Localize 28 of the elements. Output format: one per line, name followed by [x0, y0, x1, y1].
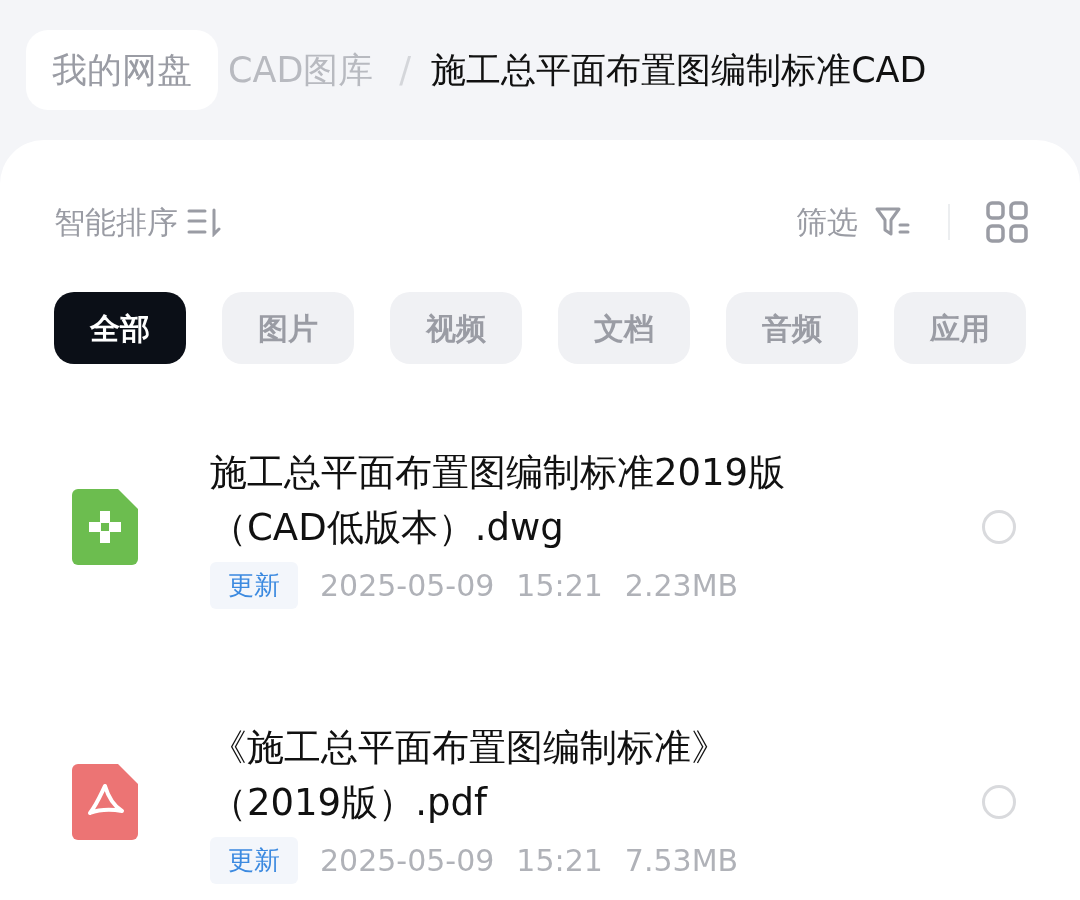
sort-icon[interactable] [186, 207, 222, 237]
file-date: 2025-05-09 [320, 841, 495, 880]
sort-label[interactable]: 智能排序 [54, 198, 178, 246]
update-tag: 更新 [210, 561, 298, 609]
select-radio[interactable] [982, 509, 1016, 544]
breadcrumb-home[interactable]: 我的网盘 [26, 29, 218, 111]
select-radio[interactable] [982, 784, 1016, 819]
breadcrumb-current: 施工总平面布置图编制标准CAD [431, 48, 927, 92]
file-size: 7.53MB [624, 841, 739, 880]
category-tab[interactable]: 应用 [894, 292, 1026, 364]
category-tab[interactable]: 视频 [390, 292, 522, 364]
category-tab[interactable]: 音频 [726, 292, 858, 364]
file-time: 15:21 [516, 566, 603, 605]
category-tab[interactable]: 文档 [558, 292, 690, 364]
category-tab[interactable]: 全部 [54, 292, 186, 364]
file-date: 2025-05-09 [320, 566, 495, 605]
update-tag: 更新 [210, 836, 298, 884]
filter-label[interactable]: 筛选 [796, 198, 858, 246]
file-name[interactable]: 《施工总平面布置图编制标准》（2019版）.pdf [210, 719, 802, 831]
file-size: 2.23MB [624, 566, 739, 605]
breadcrumb-separator: / [399, 48, 412, 92]
pdf-file-icon [72, 763, 138, 840]
grid-view-icon[interactable] [986, 201, 1028, 243]
cad-file-icon [72, 488, 138, 565]
category-tab[interactable]: 图片 [222, 292, 354, 364]
file-name[interactable]: 施工总平面布置图编制标准2019版（CAD低版本）.dwg [210, 444, 802, 556]
file-time: 15:21 [516, 841, 603, 880]
breadcrumb-item[interactable]: CAD图库 [228, 43, 374, 97]
